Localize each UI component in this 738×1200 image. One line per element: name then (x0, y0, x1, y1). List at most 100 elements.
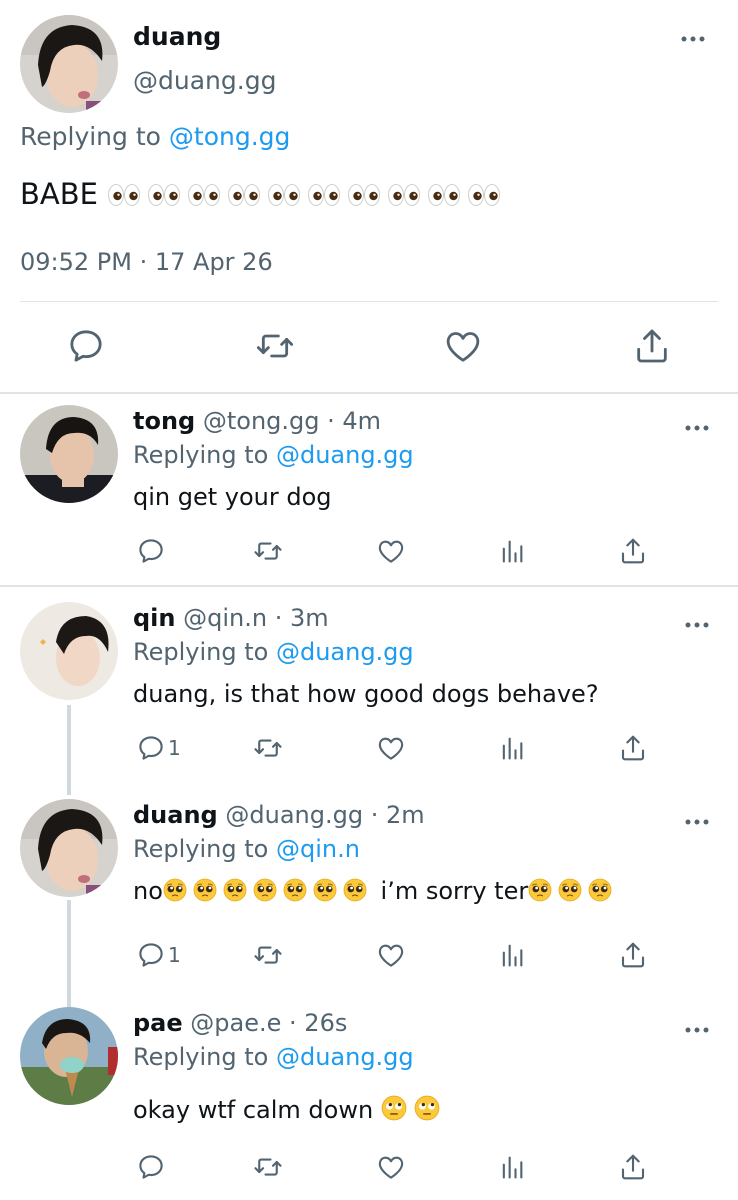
author-name[interactable]: pae (133, 1009, 183, 1037)
heart-icon[interactable] (376, 1151, 406, 1183)
main-tweet[interactable]: duang @duang.gg Replying to @tong.gg BAB… (0, 0, 738, 393)
reply-icon[interactable] (136, 535, 168, 567)
more-icon[interactable] (684, 614, 710, 633)
replying-to: Replying to @qin.n (133, 835, 360, 863)
eyes-emoji (147, 183, 181, 207)
pleading-face-emoji-row (528, 877, 618, 905)
eyes-emoji (107, 183, 141, 207)
replying-mention[interactable]: @tong.gg (169, 122, 291, 151)
reply-icon[interactable]: 1 (136, 732, 181, 764)
analytics-icon[interactable] (498, 732, 526, 764)
eye-roll-emoji (414, 1095, 440, 1121)
replying-mention[interactable]: @qin.n (276, 835, 360, 863)
reply-text: duang, is that how good dogs behave? (133, 680, 599, 708)
avatar-duang[interactable] (20, 15, 118, 113)
reply-count: 1 (168, 736, 181, 760)
reply-text-body: okay wtf calm down (133, 1096, 374, 1124)
replying-prefix: Replying to (133, 441, 269, 469)
retweet-icon[interactable] (252, 732, 284, 764)
author-handle[interactable]: @duang.gg (225, 801, 363, 829)
eyes-emoji (267, 183, 301, 207)
analytics-icon[interactable] (498, 939, 526, 971)
pleading-face-emoji (343, 878, 367, 902)
eyes-emoji (427, 183, 461, 207)
share-icon[interactable] (618, 939, 648, 971)
action-bar (0, 1151, 738, 1187)
replying-to: Replying to @duang.gg (133, 441, 414, 469)
tweet-text: BABE (20, 177, 507, 211)
reply-icon[interactable]: 1 (136, 939, 181, 971)
pleading-face-emoji-row (163, 877, 373, 905)
replying-mention[interactable]: @duang.gg (276, 441, 414, 469)
reply-tweet[interactable]: qin @qin.n · 3m Replying to @duang.gg du… (0, 592, 738, 782)
reply-text: no i’m sorry ter (133, 877, 618, 905)
heart-icon[interactable] (376, 535, 406, 567)
heart-icon[interactable] (443, 326, 483, 366)
eye-roll-emoji (381, 1095, 407, 1121)
eyes-emoji (187, 183, 221, 207)
eyes-emoji (347, 183, 381, 207)
reply-text: okay wtf calm down (133, 1095, 440, 1124)
author-name[interactable]: duang (133, 801, 218, 829)
reply-time[interactable]: · 26s (289, 1009, 347, 1037)
eyes-emoji (467, 183, 501, 207)
section-divider (0, 585, 738, 587)
author-name[interactable]: tong (133, 407, 195, 435)
more-icon[interactable] (684, 1019, 710, 1038)
retweet-icon[interactable] (254, 326, 294, 366)
author-name[interactable]: duang (133, 22, 221, 51)
replying-to: Replying to @duang.gg (133, 638, 414, 666)
replying-prefix: Replying to (133, 638, 269, 666)
replying-mention[interactable]: @duang.gg (276, 638, 414, 666)
share-icon[interactable] (618, 732, 648, 764)
replying-to: Replying to @duang.gg (133, 1043, 414, 1071)
replying-mention[interactable]: @duang.gg (276, 1043, 414, 1071)
pleading-face-emoji (558, 878, 582, 902)
timestamp[interactable]: 09:52 PM · 17 Apr 26 (20, 248, 273, 276)
retweet-icon[interactable] (252, 535, 284, 567)
eyes-emoji (387, 183, 421, 207)
avatar-pae[interactable] (20, 1007, 118, 1105)
heart-icon[interactable] (376, 939, 406, 971)
avatar-duang[interactable] (20, 799, 118, 897)
share-icon[interactable] (618, 1151, 648, 1183)
pleading-face-emoji (193, 878, 217, 902)
reply-tweet[interactable]: duang @duang.gg · 2m Replying to @qin.n … (0, 789, 738, 989)
avatar-qin[interactable] (20, 602, 118, 700)
reply-icon[interactable] (136, 1151, 168, 1183)
author-handle[interactable]: @qin.n (183, 604, 267, 632)
reply-count: 1 (168, 943, 181, 967)
author-handle[interactable]: @pae.e (190, 1009, 281, 1037)
reply-time[interactable]: · 2m (371, 801, 425, 829)
reply-tweet[interactable]: tong @tong.gg · 4m Replying to @duang.gg… (0, 395, 738, 585)
eyes-emoji-row (107, 177, 507, 211)
reply-text-part: i’m sorry ter (380, 877, 529, 905)
eyes-emoji (227, 183, 261, 207)
analytics-icon[interactable] (498, 535, 526, 567)
reply-text: qin get your dog (133, 483, 332, 511)
pleading-face-emoji (163, 878, 187, 902)
reply-time[interactable]: · 4m (327, 407, 381, 435)
tweet-text-body: BABE (20, 177, 98, 211)
action-bar: 1 (0, 732, 738, 768)
pleading-face-emoji (253, 878, 277, 902)
reply-text-part: no (133, 877, 163, 905)
author-name[interactable]: qin (133, 604, 176, 632)
more-icon[interactable] (684, 417, 710, 436)
author-handle[interactable]: @duang.gg (133, 66, 276, 95)
share-icon[interactable] (632, 326, 672, 366)
heart-icon[interactable] (376, 732, 406, 764)
author-handle[interactable]: @tong.gg (203, 407, 320, 435)
avatar-tong[interactable] (20, 405, 118, 503)
more-icon[interactable] (680, 28, 706, 47)
divider (20, 301, 718, 302)
pleading-face-emoji (223, 878, 247, 902)
reply-tweet[interactable]: pae @pae.e · 26s Replying to @duang.gg o… (0, 997, 738, 1197)
more-icon[interactable] (684, 811, 710, 830)
retweet-icon[interactable] (252, 939, 284, 971)
reply-icon[interactable] (66, 326, 106, 366)
retweet-icon[interactable] (252, 1151, 284, 1183)
reply-time[interactable]: · 3m (275, 604, 329, 632)
share-icon[interactable] (618, 535, 648, 567)
analytics-icon[interactable] (498, 1151, 526, 1183)
